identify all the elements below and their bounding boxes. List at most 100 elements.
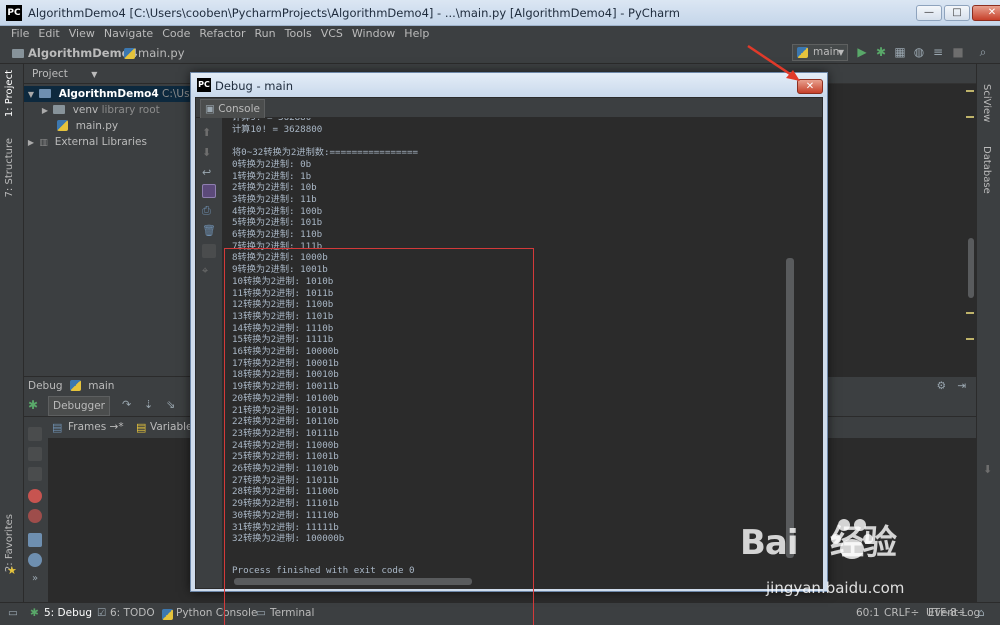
expand-arrow-icon[interactable]: ▶ — [26, 135, 36, 151]
menu-edit[interactable]: Edit — [38, 26, 59, 42]
menu-navigate[interactable]: Navigate — [104, 26, 153, 42]
arrow-down-icon[interactable]: ⬇ — [202, 146, 216, 160]
pycharm-logo-icon: PC — [197, 78, 211, 92]
menu-help[interactable]: Help — [404, 26, 429, 42]
breadcrumb-project[interactable]: AlgorithmDemo4 — [28, 46, 138, 60]
mute-breakpoints-icon[interactable] — [28, 509, 42, 523]
menu-tools[interactable]: Tools — [285, 26, 312, 42]
menu-window[interactable]: Window — [352, 26, 395, 42]
tab-database[interactable]: Database — [981, 146, 992, 194]
error-stripe-mark[interactable] — [966, 90, 974, 92]
debug-config-name: main — [88, 380, 115, 392]
print-icon[interactable]: ⎙ — [202, 204, 216, 218]
restore-layout-icon[interactable] — [28, 533, 42, 547]
debug-bug-icon[interactable]: ✱ — [874, 45, 888, 59]
tree-item-main-py[interactable]: main.py — [24, 118, 118, 134]
soft-wrap-icon[interactable]: ↩ — [202, 166, 216, 180]
concurrency-icon[interactable]: ≡ — [931, 45, 945, 59]
error-stripe-mark[interactable] — [966, 312, 974, 314]
tab-console[interactable]: ▣ Console — [200, 99, 265, 119]
menu-file[interactable]: File — [11, 26, 29, 42]
scroll-to-end-icon[interactable] — [202, 184, 216, 198]
tab-frames[interactable]: Frames →* — [64, 418, 128, 436]
tab-sciview[interactable]: SciView — [981, 84, 992, 122]
console-icon: ▣ — [205, 103, 215, 115]
menu-refactor[interactable]: Refactor — [199, 26, 245, 42]
run-config-select[interactable]: main ▼ — [792, 44, 848, 61]
arrow-down-icon[interactable]: ⬇ — [983, 463, 992, 476]
error-stripe-mark[interactable] — [966, 338, 974, 340]
tree-item-project-root[interactable]: ▼ AlgorithmDemo4 C:\Users\c — [24, 86, 215, 103]
step-over-icon[interactable]: ↷ — [122, 398, 131, 411]
debug-bug-icon: ✱ — [30, 607, 39, 619]
project-panel-title[interactable]: Project — [32, 68, 68, 80]
close-window-button[interactable]: ✕ — [972, 5, 1000, 21]
chevron-down-icon: ▼ — [837, 48, 844, 57]
pin-icon[interactable]: ⌖ — [202, 264, 216, 278]
caret-position[interactable]: 60:1 — [856, 607, 880, 619]
pause-icon[interactable] — [28, 447, 42, 461]
folder-icon — [39, 89, 52, 98]
breadcrumb-file[interactable]: main.py — [138, 46, 185, 60]
window-titlebar: PC AlgorithmDemo4 [C:\Users\cooben\Pycha… — [0, 0, 1000, 26]
variables-icon: ▤ — [136, 421, 147, 434]
run-icon[interactable]: ▶ — [855, 45, 869, 59]
console-vertical-scrollbar[interactable] — [786, 258, 794, 558]
python-file-icon — [57, 120, 69, 131]
tree-item-external-libraries[interactable]: ▶ ▥ External Libraries — [24, 134, 147, 150]
menu-run[interactable]: Run — [255, 26, 276, 42]
tree-item-venv[interactable]: ▶ venv library root — [24, 102, 160, 118]
lock-icon[interactable]: ⌂ — [978, 607, 985, 619]
maximize-button[interactable]: □ — [944, 5, 970, 21]
search-everywhere-icon[interactable]: ⌕ — [976, 45, 990, 59]
tab-debugger[interactable]: Debugger — [48, 396, 110, 416]
line-separator[interactable]: CRLF÷ — [884, 607, 919, 619]
stop-icon[interactable] — [28, 467, 42, 481]
library-icon: ▥ — [39, 138, 48, 148]
expand-arrow-icon[interactable]: ▼ — [26, 87, 36, 103]
console-line: 计算9! = 362880 — [232, 118, 311, 124]
minimize-button[interactable]: — — [916, 5, 942, 21]
step-into-my-code-icon[interactable]: ⇘ — [166, 398, 175, 411]
tab-structure[interactable]: 7: Structure — [4, 138, 15, 197]
paw-logo-icon — [831, 519, 873, 559]
tool-windows-icon[interactable]: ▭ — [8, 607, 18, 619]
stop-icon[interactable]: ■ — [951, 45, 965, 59]
disabled-action-icon[interactable] — [202, 244, 216, 258]
tree-item-label: main.py — [75, 120, 119, 132]
more-icon[interactable]: » — [32, 573, 38, 584]
clear-all-icon[interactable]: 🗑 — [202, 224, 216, 238]
dialog-close-button[interactable]: ✕ — [797, 79, 823, 94]
menu-vcs[interactable]: VCS — [321, 26, 343, 42]
file-encoding[interactable]: UTF-8÷ — [926, 607, 965, 619]
expand-arrow-icon[interactable]: ▶ — [40, 103, 50, 119]
baidu-watermark: Bai 经验 jingyan.baidu.com — [740, 515, 960, 605]
right-tool-strip: SciView Database — [976, 64, 1000, 602]
frames-icon: ▤ — [52, 421, 63, 434]
tool-tab-todo[interactable]: 6: TODO — [110, 607, 155, 619]
editor-scrollbar[interactable] — [968, 238, 974, 298]
tab-project[interactable]: 1: Project — [4, 70, 15, 117]
profile-icon[interactable]: ◍ — [912, 45, 926, 59]
menu-view[interactable]: View — [69, 26, 95, 42]
console-tab-bar: ▣ Console — [196, 98, 822, 119]
project-panel-header: Project ▼ — [24, 64, 190, 84]
menu-code[interactable]: Code — [162, 26, 190, 42]
gear-icon[interactable]: ⚙ — [937, 377, 946, 395]
debug-title: Debug — [28, 380, 63, 392]
coverage-icon[interactable]: ▦ — [893, 45, 907, 59]
step-into-icon[interactable]: ⇣ — [144, 398, 153, 411]
view-breakpoints-icon[interactable] — [28, 489, 42, 503]
arrow-up-icon[interactable]: ⬆ — [202, 126, 216, 140]
python-file-icon — [124, 48, 135, 59]
tool-tab-debug[interactable]: 5: Debug — [44, 607, 92, 619]
rerun-debug-icon[interactable]: ✱ — [28, 398, 38, 412]
resume-icon[interactable] — [28, 427, 42, 441]
navigation-bar: AlgorithmDemo4 main.py main ▼ ▶ ✱ ▦ ◍ ≡ … — [0, 42, 1000, 64]
chevron-down-icon[interactable]: ▼ — [91, 70, 97, 79]
console-line: 6转换为2进制: 110b — [232, 229, 323, 240]
settings-icon[interactable] — [28, 553, 42, 567]
project-folder-icon — [12, 49, 24, 58]
hide-panel-icon[interactable]: ⇥ — [957, 377, 966, 395]
error-stripe-mark[interactable] — [966, 116, 974, 118]
